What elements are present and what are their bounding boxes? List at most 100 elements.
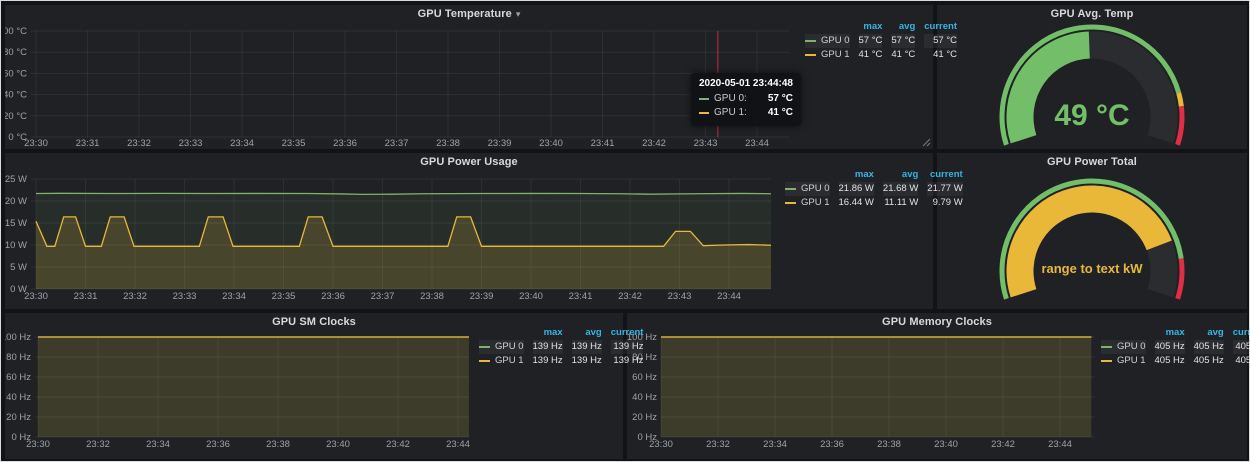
svg-text:40 Hz: 40 Hz (6, 392, 31, 403)
legend-stat-value: 405 Hz (1194, 354, 1224, 368)
svg-text:23:34: 23:34 (146, 439, 170, 450)
svg-text:23:40: 23:40 (326, 439, 350, 450)
svg-text:23:44: 23:44 (745, 138, 769, 149)
svg-text:23:43: 23:43 (694, 138, 718, 149)
svg-text:23:38: 23:38 (266, 439, 290, 450)
series-color-dash (1101, 360, 1112, 362)
svg-text:23:42: 23:42 (991, 439, 1015, 450)
legend-stat-value: 41 °C (891, 48, 915, 62)
panel-menu-gpu-memory-clocks[interactable]: GPU Memory Clocks (627, 313, 1247, 330)
svg-text:23:33: 23:33 (179, 138, 203, 149)
svg-text:23:36: 23:36 (333, 138, 357, 149)
legend-series-toggle[interactable]: GPU 1 (785, 196, 830, 210)
tooltip-series-value: 41 °C (758, 106, 793, 120)
panel-menu-gpu-temperature[interactable]: GPU Temperature ▾ (5, 5, 933, 22)
legend-header-spacer (785, 168, 830, 182)
svg-text:23:31: 23:31 (74, 291, 98, 302)
panel-title: GPU Memory Clocks (882, 316, 992, 328)
legend-gpu-temperature: maxavgcurrentGPU 057 °C57 °C57 °CGPU 141… (805, 20, 929, 62)
svg-text:23:42: 23:42 (386, 439, 410, 450)
svg-text:20 °C: 20 °C (5, 111, 27, 122)
chevron-down-icon: ▾ (516, 9, 521, 20)
panel-gpu-temperature: GPU Temperature ▾ 100 °C80 °C60 °C40 °C2… (5, 5, 933, 149)
svg-text:15 W: 15 W (5, 218, 27, 229)
panel-menu-gpu-avg-temp[interactable]: GPU Avg. Temp (937, 5, 1247, 22)
legend-series-toggle[interactable]: GPU 1 (479, 354, 524, 368)
panel-resize-handle[interactable] (922, 138, 931, 147)
svg-text:60 Hz: 60 Hz (6, 372, 31, 383)
series-color-dash (785, 188, 796, 190)
legend-header-spacer (805, 20, 850, 34)
legend-series-label: GPU 0 (821, 34, 850, 48)
legend-stat-value: 139 Hz (533, 354, 563, 368)
legend-stat-value: 41 °C (924, 48, 957, 62)
legend-series-label: GPU 1 (801, 196, 830, 210)
svg-text:20 Hz: 20 Hz (632, 412, 657, 423)
panel-title: GPU Power Usage (420, 156, 517, 168)
panel-menu-gpu-power-total[interactable]: GPU Power Total (937, 153, 1247, 170)
series-color-dash (785, 202, 796, 204)
legend-gpu-power-usage: maxavgcurrentGPU 021.86 W21.68 W21.77 WG… (785, 168, 931, 210)
svg-text:25 W: 25 W (5, 174, 27, 185)
legend-stat-value: 405 Hz (1155, 354, 1185, 368)
legend-column-header: current (924, 20, 957, 34)
svg-text:23:35: 23:35 (272, 291, 296, 302)
svg-text:40 Hz: 40 Hz (632, 392, 657, 403)
series-color-dash (805, 40, 816, 42)
panel-title: GPU Power Total (1047, 156, 1137, 168)
svg-text:23:39: 23:39 (470, 291, 494, 302)
svg-text:23:44: 23:44 (1048, 439, 1072, 450)
legend-stat-value: 21.86 W (839, 182, 874, 196)
legend-stat-value: 139 Hz (572, 340, 602, 354)
legend-stat-value: 139 Hz (533, 340, 563, 354)
svg-text:23:42: 23:42 (642, 138, 666, 149)
legend-stat-value: 405 Hz (1233, 354, 1250, 368)
legend-stat-value: 16.44 W (839, 196, 874, 210)
legend-gpu-memory-clocks: maxavgcurrentGPU 0405 Hz405 Hz405 HzGPU … (1101, 326, 1241, 368)
panel-menu-gpu-power-usage[interactable]: GPU Power Usage (5, 153, 933, 170)
svg-text:23:34: 23:34 (763, 439, 787, 450)
svg-text:23:30: 23:30 (649, 439, 673, 450)
legend-stat-value: 405 Hz (1155, 340, 1185, 354)
legend-stat-value: 139 Hz (572, 354, 602, 368)
legend-series-toggle[interactable]: GPU 0 (805, 34, 850, 48)
svg-text:23:30: 23:30 (24, 291, 48, 302)
svg-text:80 °C: 80 °C (5, 47, 27, 58)
series-color-dash (1101, 346, 1112, 348)
svg-text:60 Hz: 60 Hz (632, 372, 657, 383)
svg-text:23:36: 23:36 (321, 291, 345, 302)
panel-menu-gpu-sm-clocks[interactable]: GPU SM Clocks (5, 313, 623, 330)
svg-text:23:43: 23:43 (668, 291, 692, 302)
panel-title: GPU SM Clocks (272, 316, 356, 328)
svg-text:23:40: 23:40 (934, 439, 958, 450)
svg-text:23:40: 23:40 (519, 291, 543, 302)
series-color-dash (805, 54, 816, 56)
legend-series-toggle[interactable]: GPU 0 (479, 340, 524, 354)
panel-title: GPU Avg. Temp (1051, 8, 1134, 20)
gauge-value: range to text kW (937, 261, 1247, 276)
svg-text:23:41: 23:41 (569, 291, 593, 302)
legend-series-label: GPU 1 (821, 48, 850, 62)
panel-gpu-power-usage: GPU Power Usage 25 W20 W15 W10 W5 W0 W23… (5, 153, 933, 309)
legend-stat-value: 57 °C (924, 34, 957, 48)
legend-stat-value: 21.77 W (927, 182, 962, 196)
panel-title: GPU Temperature (418, 8, 512, 20)
svg-text:40 °C: 40 °C (5, 90, 27, 101)
svg-text:100 °C: 100 °C (5, 26, 27, 37)
svg-text:23:32: 23:32 (127, 138, 151, 149)
legend-series-toggle[interactable]: GPU 1 (805, 48, 850, 62)
tooltip-row: GPU 1: 41 °C (699, 106, 793, 120)
svg-text:23:30: 23:30 (26, 439, 50, 450)
legend-series-toggle[interactable]: GPU 0 (1101, 340, 1146, 354)
chart-tooltip: 2020-05-01 23:44:48 GPU 0: 57 °C GPU 1: … (691, 73, 801, 126)
legend-series-toggle[interactable]: GPU 1 (1101, 354, 1146, 368)
series-color-dash (479, 360, 490, 362)
tooltip-series-value: 57 °C (758, 92, 793, 106)
legend-series-toggle[interactable]: GPU 0 (785, 182, 830, 196)
tooltip-series-label: GPU 1: (714, 106, 747, 120)
svg-text:23:32: 23:32 (123, 291, 147, 302)
tooltip-timestamp: 2020-05-01 23:44:48 (699, 78, 793, 89)
svg-text:23:42: 23:42 (618, 291, 642, 302)
series-color-dash (699, 112, 709, 114)
tooltip-row: GPU 0: 57 °C (699, 92, 793, 106)
